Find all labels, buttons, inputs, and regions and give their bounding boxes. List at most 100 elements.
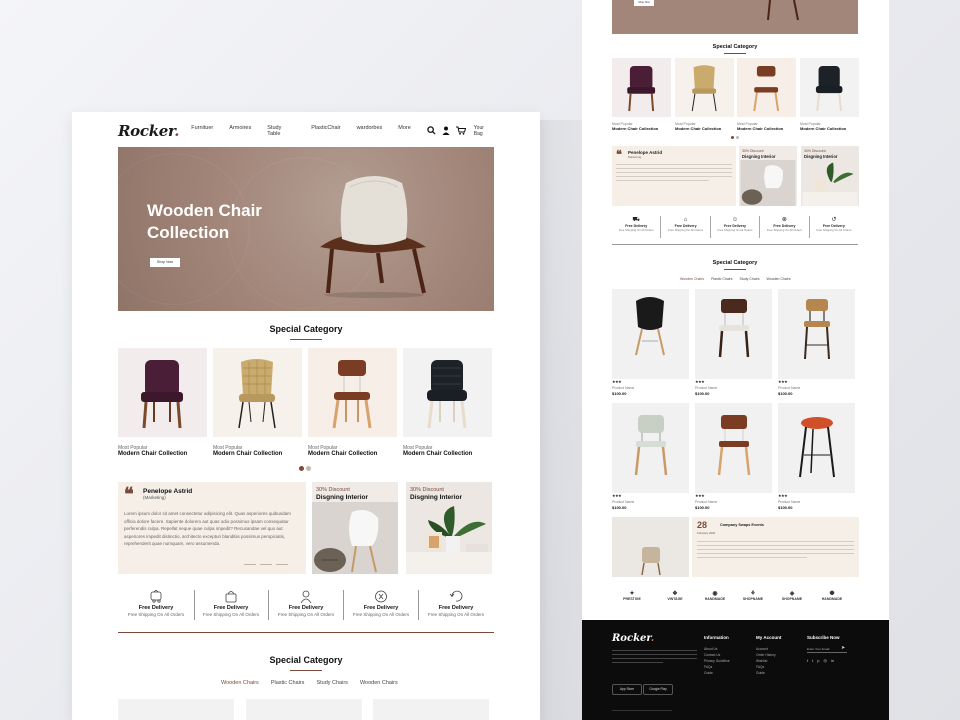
- tab-wooden-chairs-2[interactable]: Wooden Chairs: [767, 277, 791, 281]
- special-category-title-2: Special Category: [712, 260, 758, 266]
- footer-link[interactable]: FAQs: [756, 665, 764, 669]
- feature-subtitle: Free Shipping On All Orders: [202, 612, 260, 617]
- promo-card[interactable]: 30% Discount Disgning Interior: [312, 482, 398, 574]
- app-store-button[interactable]: App Store: [612, 684, 642, 695]
- feature-subtitle: Free Shipping On All Orders: [618, 228, 654, 232]
- brand-logo[interactable]: ✦ PRESTIGE: [612, 590, 652, 601]
- tab-plastic-chairs[interactable]: Plastic Chairs: [711, 277, 732, 281]
- promo-card[interactable]: 30% Discount Disgning Interior: [739, 146, 797, 206]
- send-icon[interactable]: ➤: [841, 645, 845, 651]
- hero-banner: Wooden Chair Collection Shop Now: [118, 147, 494, 311]
- special-category-title: Special Category: [712, 44, 758, 50]
- product-tile[interactable]: [612, 403, 689, 493]
- your-bag-label[interactable]: Your Bag: [474, 125, 494, 137]
- section-divider: [118, 632, 494, 633]
- product-name[interactable]: Product Name: [612, 386, 634, 390]
- menu-item-furnituer[interactable]: Furnituer: [191, 125, 213, 137]
- footer-link[interactable]: Contact Us: [704, 653, 720, 657]
- instagram-icon[interactable]: ◎: [823, 658, 827, 663]
- product-tile[interactable]: [612, 289, 689, 379]
- shop-now-button[interactable]: Shop Now: [150, 258, 180, 267]
- footer-link[interactable]: Guide: [756, 671, 765, 675]
- footer-link[interactable]: About Us: [704, 647, 718, 651]
- footer-link[interactable]: Wishlist: [756, 659, 767, 663]
- facebook-icon[interactable]: f: [807, 658, 808, 663]
- product-name[interactable]: Product Name: [695, 500, 717, 504]
- product-name[interactable]: Product Name: [778, 386, 800, 390]
- menu-item-plasticchair[interactable]: PlasticChair: [311, 125, 340, 137]
- linkedin-icon[interactable]: in: [831, 658, 834, 663]
- product-name[interactable]: Modern Chair Collection: [737, 126, 783, 131]
- footer-link[interactable]: FAQs: [704, 665, 712, 669]
- product-tile[interactable]: [778, 289, 855, 379]
- brand-logo[interactable]: ◉ HANDMADE: [695, 590, 735, 601]
- feature-divider: [418, 590, 419, 620]
- product-card[interactable]: [675, 58, 734, 117]
- product-tile[interactable]: [695, 289, 772, 379]
- logo[interactable]: Rocker.: [118, 122, 180, 140]
- promo-card[interactable]: 30% Discount Disgning Interior: [801, 146, 859, 206]
- tab-wooden-chairs-2[interactable]: Wooden Chairs: [360, 680, 398, 686]
- footer-link[interactable]: Order History: [756, 653, 776, 657]
- product-name[interactable]: Modern Chair Collection: [403, 451, 472, 457]
- product-tile[interactable]: [778, 403, 855, 493]
- pinterest-icon[interactable]: p: [817, 658, 819, 663]
- tab-study-chairs[interactable]: Study Chairs: [739, 277, 759, 281]
- footer-logo[interactable]: Rocker.: [612, 633, 654, 644]
- feature-item: Free Delivery Free Shipping On All Order…: [195, 590, 267, 626]
- shop-now-button[interactable]: Shop Now: [634, 0, 654, 6]
- product-card[interactable]: [118, 348, 207, 437]
- brand-logo[interactable]: ⚘ SHOPNAME: [733, 590, 773, 601]
- brand-logo[interactable]: ◈ SHOPNAME: [772, 590, 812, 601]
- menu-item-wardorbes[interactable]: wardorbes: [357, 125, 383, 137]
- footer-link[interactable]: Account: [756, 647, 768, 651]
- product-card[interactable]: [612, 58, 671, 117]
- hero-chair-image: [320, 176, 426, 298]
- brand-logo[interactable]: ❖ VINTAGE: [655, 590, 695, 601]
- product-card[interactable]: [213, 348, 302, 437]
- truck-icon: [150, 590, 162, 603]
- tab-study-chairs[interactable]: Study Chairs: [316, 680, 348, 686]
- product-name[interactable]: Modern Chair Collection: [118, 451, 187, 457]
- product-card[interactable]: [308, 348, 397, 437]
- product-tile[interactable]: [246, 699, 362, 720]
- feature-item: Free Delivery Free Shipping On All Order…: [120, 590, 192, 626]
- user-icon[interactable]: [442, 122, 450, 140]
- product-name[interactable]: Product Name: [695, 386, 717, 390]
- brand-logo[interactable]: ✺ HANDMADE: [812, 590, 852, 601]
- event-card[interactable]: 28 February 2020 Company Swaps Events: [692, 517, 859, 577]
- product-tile[interactable]: [118, 699, 234, 720]
- event-title: Company Swaps Events: [720, 523, 764, 527]
- product-name[interactable]: Modern Chair Collection: [612, 126, 658, 131]
- product-tile[interactable]: [373, 699, 489, 720]
- product-card[interactable]: [403, 348, 492, 437]
- carousel-dot[interactable]: [306, 466, 311, 471]
- product-card[interactable]: [800, 58, 859, 117]
- menu-item-armoires[interactable]: Armoires: [229, 125, 251, 137]
- menu-item-more[interactable]: More: [398, 125, 411, 137]
- product-name[interactable]: Product Name: [778, 500, 800, 504]
- carousel-dot-active[interactable]: [299, 466, 304, 471]
- tab-plastic-chairs[interactable]: Plastic Chairs: [271, 680, 305, 686]
- product-tile[interactable]: [695, 403, 772, 493]
- cart-icon[interactable]: [455, 122, 466, 140]
- product-name[interactable]: Modern Chair Collection: [308, 451, 377, 457]
- search-icon[interactable]: [427, 122, 436, 140]
- footer-link[interactable]: Privacy Guideline: [704, 659, 730, 663]
- product-name[interactable]: Product Name: [612, 500, 634, 504]
- menu-item-study-table[interactable]: Study Table: [267, 125, 295, 137]
- feature-title: Free Delivery: [438, 605, 474, 611]
- product-name[interactable]: Modern Chair Collection: [213, 451, 282, 457]
- brown-chair-image: [753, 65, 780, 112]
- product-name[interactable]: Modern Chair Collection: [675, 126, 721, 131]
- tab-wooden-chairs[interactable]: Wooden Chairs: [221, 680, 259, 686]
- product-name[interactable]: Modern Chair Collection: [800, 126, 846, 131]
- tab-wooden-chairs[interactable]: Wooden Chairs: [680, 277, 704, 281]
- twitter-icon[interactable]: t: [812, 658, 813, 663]
- product-card[interactable]: [737, 58, 796, 117]
- promo-title: Disgning Interior: [742, 154, 776, 159]
- promo-card[interactable]: 30% Discount Disgning Interior: [406, 482, 492, 574]
- footer-link[interactable]: Guide: [704, 671, 713, 675]
- google-play-button[interactable]: Google Play: [643, 684, 673, 695]
- carousel-dots: [731, 136, 739, 139]
